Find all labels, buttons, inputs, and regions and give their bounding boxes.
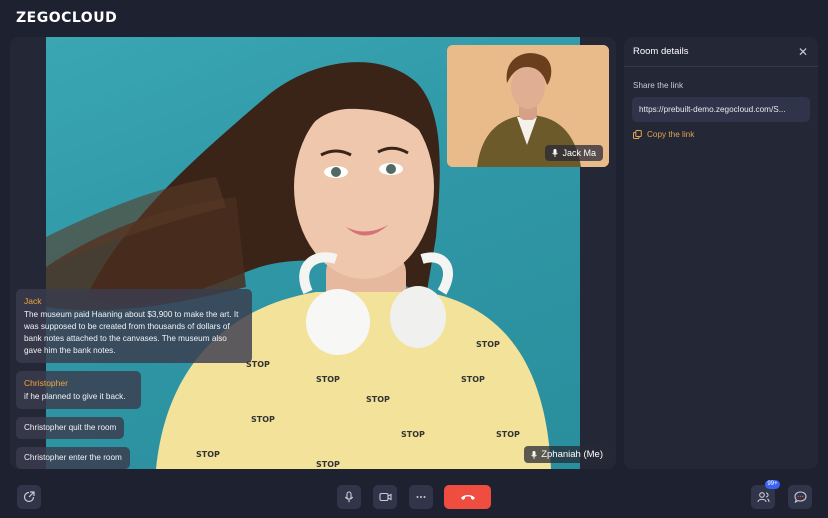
svg-text:STOP: STOP — [496, 430, 520, 439]
svg-text:STOP: STOP — [316, 460, 340, 469]
microphone-icon — [531, 450, 538, 459]
camera-icon — [378, 492, 392, 502]
panel-header: Room details ✕ — [624, 37, 818, 67]
participants-count-badge: 99+ — [765, 480, 780, 489]
hang-up-icon — [460, 495, 475, 500]
svg-text:STOP: STOP — [401, 430, 425, 439]
self-name-label: Zphaniah (Me) — [541, 449, 603, 460]
svg-text:STOP: STOP — [476, 340, 500, 349]
chat-overlay: Jack The museum paid Haaning about $3,90… — [16, 289, 256, 477]
pip-video-feed[interactable]: Jack Ma — [447, 45, 609, 167]
zegocloud-logo: ZEGOCLOUD — [16, 10, 118, 26]
message-author: Jack — [24, 296, 42, 306]
camera-button[interactable] — [373, 485, 397, 509]
participants-button[interactable]: 99+ — [751, 480, 780, 509]
hang-up-button[interactable] — [444, 485, 491, 509]
copy-icon — [633, 130, 642, 139]
copy-link-label: Copy the link — [647, 130, 695, 139]
self-name-tag: Zphaniah (Me) — [524, 446, 610, 463]
close-icon[interactable]: ✕ — [798, 45, 808, 59]
system-message: Christopher quit the room — [16, 417, 125, 439]
room-details-panel: Room details ✕ Share the link https://pr… — [624, 37, 818, 469]
microphone-icon — [552, 149, 559, 157]
share-link-field[interactable]: https://prebuilt-demo.zegocloud.com/S... — [632, 97, 810, 122]
panel-title: Room details — [633, 46, 689, 57]
pip-name-tag: Jack Ma — [545, 145, 603, 161]
chat-message: Jack The museum paid Haaning about $3,90… — [16, 289, 252, 363]
chat-button[interactable] — [788, 485, 812, 509]
message-text: if he planned to give it back. — [24, 392, 126, 401]
participants-icon — [756, 492, 770, 503]
svg-text:STOP: STOP — [461, 375, 485, 384]
chat-icon — [793, 491, 807, 503]
svg-text:STOP: STOP — [366, 395, 390, 404]
share-button[interactable] — [17, 485, 41, 509]
copy-link-button[interactable]: Copy the link — [633, 130, 818, 139]
system-message: Christopher enter the room — [16, 447, 130, 469]
share-icon — [23, 491, 35, 503]
more-button[interactable] — [409, 485, 433, 509]
share-link-label: Share the link — [633, 81, 684, 90]
message-text: The museum paid Haaning about $3,900 to … — [24, 310, 239, 355]
chat-message: Christopher if he planned to give it bac… — [16, 371, 141, 409]
microphone-button[interactable] — [337, 485, 361, 509]
message-author: Christopher — [24, 378, 68, 388]
svg-text:STOP: STOP — [316, 375, 340, 384]
pip-name-label: Jack Ma — [562, 148, 596, 158]
microphone-icon — [344, 491, 354, 503]
more-icon — [416, 496, 426, 498]
